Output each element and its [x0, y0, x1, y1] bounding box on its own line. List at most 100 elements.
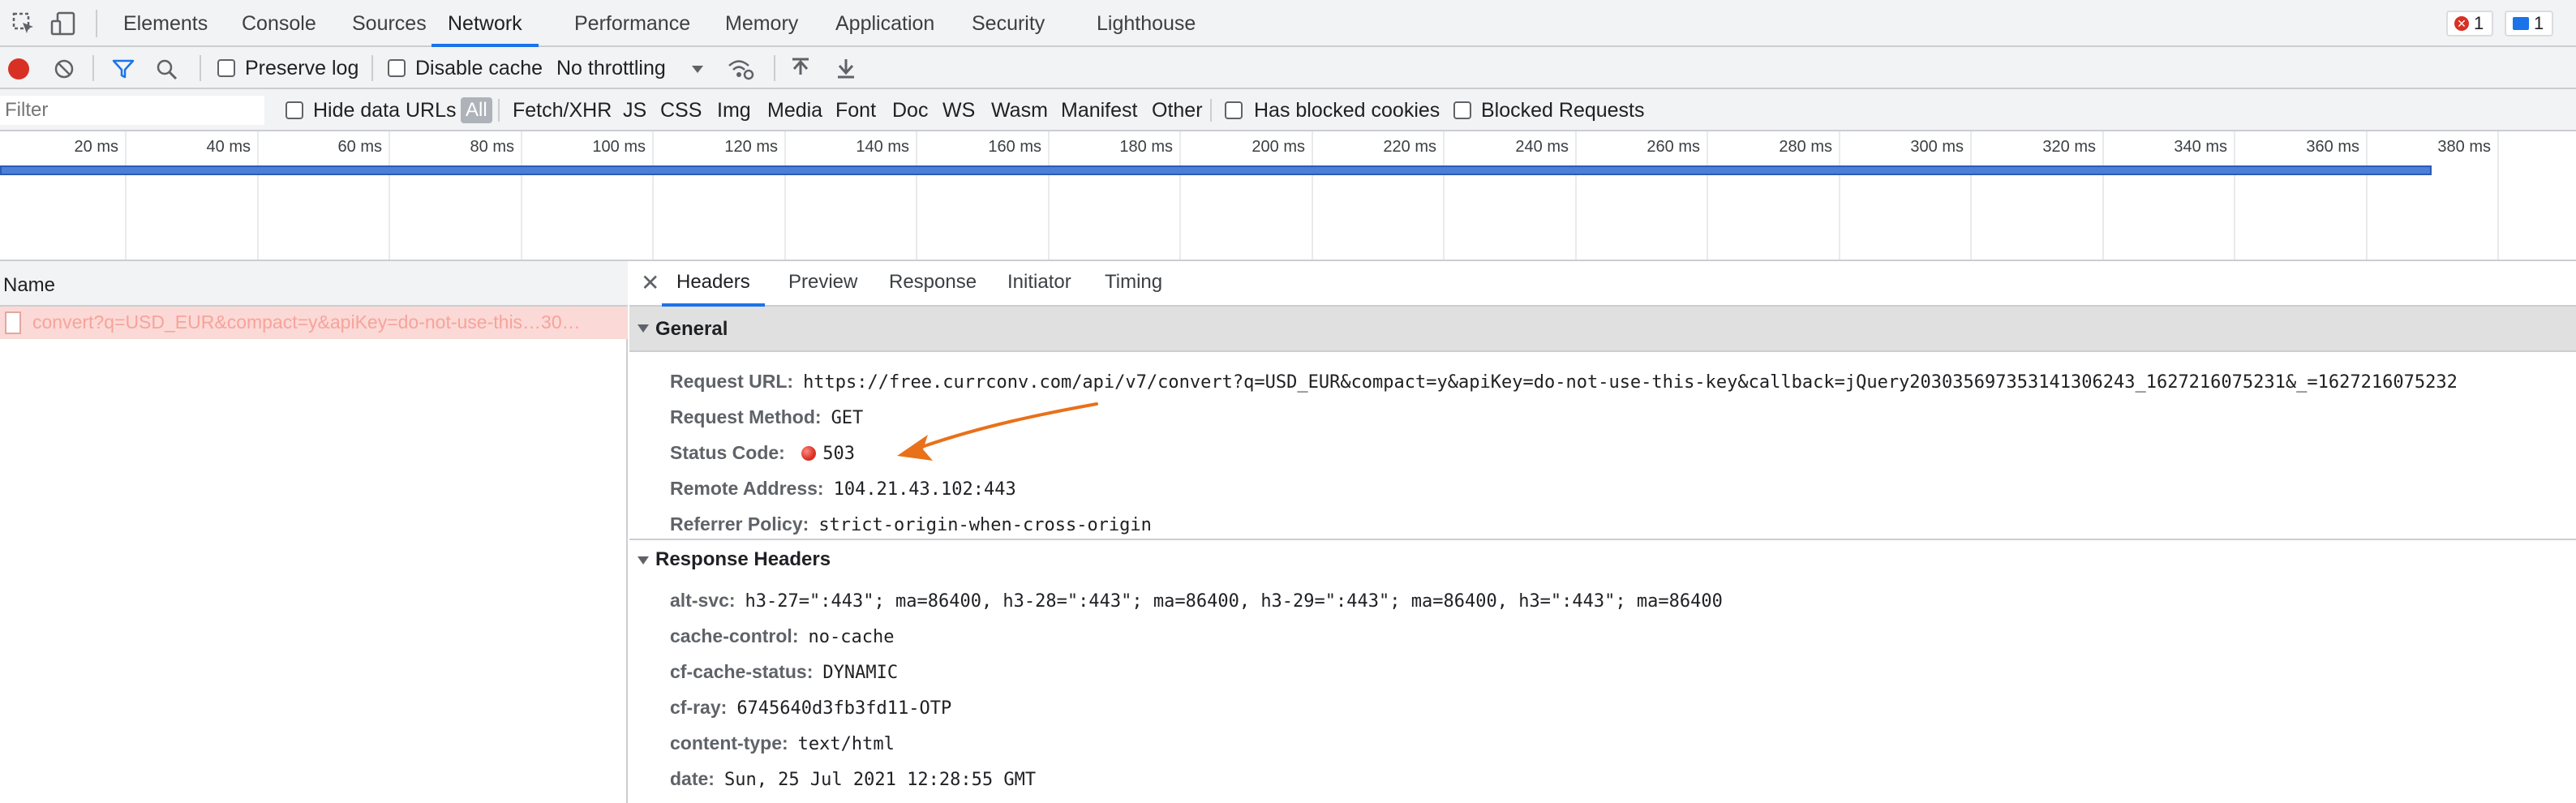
type-filter-js[interactable]: JS [623, 89, 646, 131]
close-icon[interactable]: ✕ [641, 269, 659, 296]
import-har-icon[interactable] [790, 57, 811, 79]
hide-data-urls-label: Hide data URLs [313, 99, 457, 122]
tab-lighthouse[interactable]: Lighthouse [1097, 0, 1196, 45]
network-conditions-icon[interactable] [727, 57, 754, 81]
type-filter-media[interactable]: Media [767, 89, 822, 131]
type-filter-img[interactable]: Img [717, 89, 751, 131]
timeline-tick-label: 80 ms [470, 138, 514, 156]
filter-bar: Hide data URLs All Fetch/XHR JS CSS Img … [0, 89, 2576, 131]
record-icon[interactable] [8, 58, 29, 79]
table-row[interactable]: convert?q=USD_EUR&compact=y&apiKey=do-no… [0, 307, 628, 339]
timeline-tick-label: 200 ms [1252, 138, 1305, 156]
hide-data-urls-checkbox[interactable] [286, 101, 303, 119]
tab-sources[interactable]: Sources [352, 0, 427, 45]
timeline-tick-label: 120 ms [724, 138, 778, 156]
status-error-icon [801, 446, 817, 461]
referrer-policy-key: Referrer Policy: [670, 513, 809, 535]
throttling-select[interactable]: No throttling [556, 47, 666, 89]
timeline-tick-label: 260 ms [1646, 138, 1700, 156]
type-filter-all[interactable]: All [461, 97, 492, 123]
timeline-gridline [652, 131, 654, 260]
timeline-overview[interactable]: 20 ms 40 ms 60 ms 80 ms 100 ms 120 ms 140 ms 16… [0, 131, 2576, 261]
tab-headers[interactable]: Headers [662, 261, 765, 307]
devtools-tab-bar: Elements Console Sources Network Perform… [0, 0, 2576, 47]
header-key: cf-cache-status: [670, 661, 814, 682]
tab-initiator[interactable]: Initiator [1007, 261, 1071, 303]
device-toolbar-icon[interactable] [50, 11, 76, 36]
request-url-key: Request URL: [670, 371, 794, 392]
type-filter-manifest[interactable]: Manifest [1061, 89, 1137, 131]
timeline-tick-label: 160 ms [988, 138, 1041, 156]
tab-elements[interactable]: Elements [123, 0, 208, 45]
timeline-tick-label: 300 ms [1910, 138, 1964, 156]
request-url-row: Request URL: https://free.currconv.com/ap… [670, 367, 2458, 396]
header-value: 6745640d3fb3fd11-OTP [736, 698, 952, 719]
type-filter-doc[interactable]: Doc [892, 89, 928, 131]
tab-response[interactable]: Response [889, 261, 977, 303]
blocked-requests-label: Blocked Requests [1481, 99, 1645, 122]
tab-network[interactable]: Network [431, 0, 539, 47]
has-blocked-cookies-checkbox[interactable] [1225, 101, 1243, 119]
type-filter-font[interactable]: Font [835, 89, 876, 131]
name-column-label: Name [3, 274, 56, 296]
timeline-gridline [1179, 131, 1181, 260]
timeline-gridline [2102, 131, 2104, 260]
response-headers-title[interactable]: Response Headers [655, 548, 831, 571]
error-count-badge[interactable]: ✕ 1 [2446, 11, 2494, 36]
disable-cache-checkbox[interactable] [388, 59, 406, 77]
general-section-header[interactable]: General [629, 307, 2576, 352]
timeline-gridline [521, 131, 522, 260]
header-row-alt-svc: alt-svc: h3-27=":443"; ma=86400, h3-28=":… [670, 586, 1723, 615]
type-filter-ws[interactable]: WS [942, 89, 975, 131]
disable-cache-label: Disable cache [415, 57, 543, 79]
clear-icon[interactable] [54, 58, 75, 79]
search-icon[interactable] [156, 58, 178, 81]
timeline-tick-label: 180 ms [1119, 138, 1173, 156]
tab-application[interactable]: Application [835, 0, 934, 45]
timeline-gridline [1575, 131, 1577, 260]
tab-console[interactable]: Console [242, 0, 316, 45]
status-code-value: 503 [822, 444, 855, 464]
timeline-tick-label: 360 ms [2306, 138, 2359, 156]
timeline-gridline [2497, 131, 2499, 260]
filter-icon[interactable] [112, 58, 135, 79]
type-filter-fetch-xhr[interactable]: Fetch/XHR [513, 89, 612, 131]
timeline-tick-label: 100 ms [592, 138, 646, 156]
type-filter-css[interactable]: CSS [660, 89, 702, 131]
request-timing-bar [0, 165, 2432, 175]
message-icon [2513, 17, 2529, 30]
remote-address-row: Remote Address: 104.21.43.102:443 [670, 474, 1016, 503]
blocked-requests-checkbox[interactable] [1453, 101, 1471, 119]
tab-security[interactable]: Security [972, 0, 1045, 45]
export-har-icon[interactable] [835, 57, 857, 79]
timeline-tick-label: 40 ms [206, 138, 251, 156]
type-filter-other[interactable]: Other [1152, 89, 1203, 131]
timeline-tick-label: 220 ms [1383, 138, 1436, 156]
inspect-element-icon[interactable] [11, 11, 36, 36]
filter-input[interactable] [0, 96, 264, 125]
preserve-log-label: Preserve log [245, 57, 359, 79]
name-column-header[interactable]: Name [0, 261, 628, 307]
header-value: text/html [797, 734, 895, 754]
timeline-tick-label: 240 ms [1515, 138, 1569, 156]
message-count-badge[interactable]: 1 [2505, 11, 2554, 36]
timeline-tick-label: 20 ms [74, 138, 118, 156]
timeline-gridline [1707, 131, 1708, 260]
file-icon [5, 311, 21, 334]
timeline-gridline [784, 131, 786, 260]
tab-performance[interactable]: Performance [574, 0, 690, 45]
timeline-gridline [1048, 131, 1050, 260]
timeline-gridline [257, 131, 259, 260]
timeline-tick-label: 60 ms [337, 138, 382, 156]
type-filter-wasm[interactable]: Wasm [991, 89, 1048, 131]
header-value: Sun, 25 Jul 2021 12:28:55 GMT [723, 770, 1037, 790]
timeline-tick-label: 320 ms [2042, 138, 2096, 156]
tab-preview[interactable]: Preview [788, 261, 857, 303]
preserve-log-checkbox[interactable] [217, 59, 235, 77]
message-count: 1 [2534, 13, 2544, 33]
tab-timing[interactable]: Timing [1105, 261, 1162, 303]
chevron-down-icon[interactable] [691, 63, 704, 73]
toolbar-divider [774, 55, 775, 81]
tab-memory[interactable]: Memory [725, 0, 798, 45]
timeline-tick-label: 140 ms [856, 138, 909, 156]
